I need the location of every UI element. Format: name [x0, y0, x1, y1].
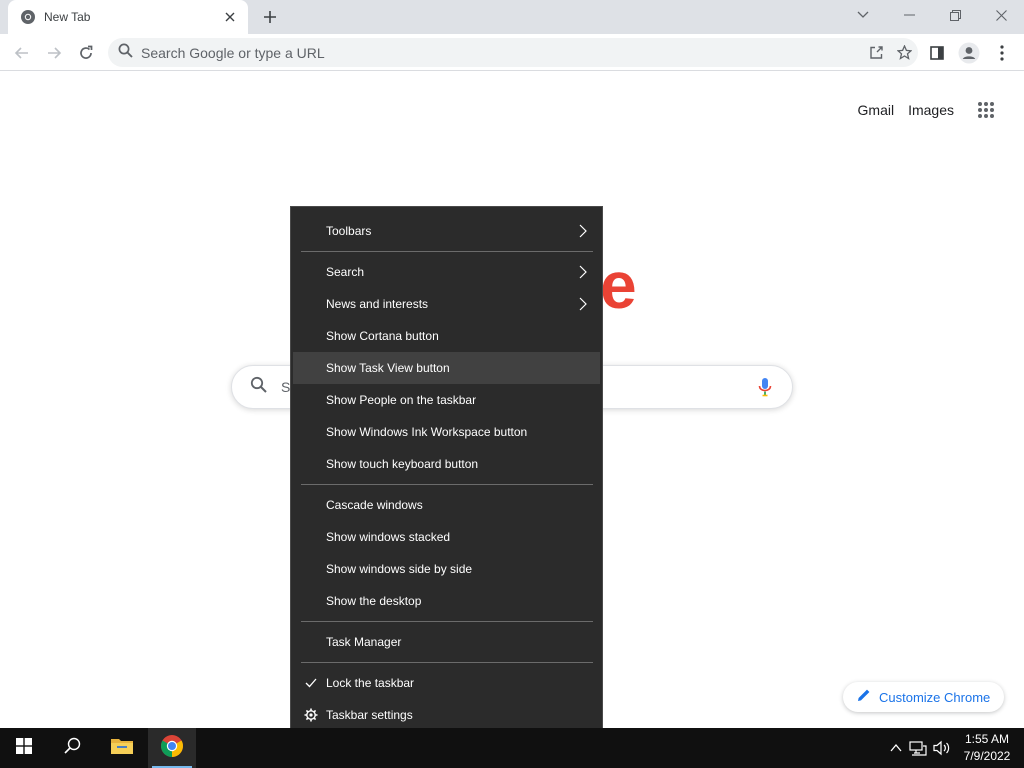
voice-search-mic-icon[interactable] [758, 377, 772, 402]
menu-item-show-people[interactable]: Show People on the taskbar [293, 384, 600, 416]
menu-separator [301, 484, 593, 485]
images-link[interactable]: Images [908, 102, 954, 118]
menu-item-search[interactable]: Search [293, 256, 600, 288]
submenu-arrow-icon [579, 224, 587, 238]
menu-item-show-the-desktop[interactable]: Show the desktop [293, 585, 600, 617]
menu-item-label: Cascade windows [326, 498, 423, 512]
pencil-icon [857, 688, 871, 707]
tab-new-tab[interactable]: New Tab [8, 0, 248, 34]
submenu-arrow-icon [579, 265, 587, 279]
restore-button[interactable] [932, 0, 978, 30]
menu-item-task-manager[interactable]: Task Manager [293, 626, 600, 658]
chrome-app-icon [160, 734, 184, 763]
tab-title: New Tab [44, 10, 91, 24]
menu-item-show-windows-side-by-side[interactable]: Show windows side by side [293, 553, 600, 585]
menu-item-news-and-interests[interactable]: News and interests [293, 288, 600, 320]
menu-item-label: News and interests [326, 297, 429, 311]
windows-logo-icon [16, 737, 32, 759]
search-icon [63, 737, 81, 759]
menu-item-label: Show windows stacked [326, 530, 451, 544]
volume-icon[interactable] [932, 738, 952, 758]
profile-avatar-icon[interactable] [955, 39, 983, 67]
tab-close-icon[interactable] [220, 7, 240, 27]
omnibox[interactable]: Search Google or type a URL [108, 38, 918, 67]
menu-item-show-task-view-button[interactable]: Show Task View button [293, 352, 600, 384]
taskbar-chrome[interactable] [148, 728, 196, 768]
close-window-button[interactable] [978, 0, 1024, 30]
menu-item-label: Search [326, 265, 365, 279]
tab-strip: New Tab [0, 0, 1024, 34]
chrome-menu-kebab-icon[interactable] [988, 39, 1016, 67]
check-icon [303, 675, 319, 691]
menu-item-label: Lock the taskbar [326, 676, 415, 690]
tray-chevron-up-icon[interactable] [886, 738, 906, 758]
menu-item-label: Toolbars [326, 224, 372, 238]
folder-icon [110, 736, 134, 761]
reload-button[interactable] [72, 39, 100, 67]
bookmark-star-icon[interactable] [890, 39, 918, 67]
menu-item-label: Show People on the taskbar [326, 393, 477, 407]
menu-item-label: Show Windows Ink Workspace button [326, 425, 528, 439]
clock-date: 7/9/2022 [963, 749, 1011, 763]
menu-item-label: Show the desktop [326, 594, 422, 608]
start-button[interactable] [0, 728, 48, 768]
gmail-link[interactable]: Gmail [858, 102, 895, 118]
omnibox-placeholder: Search Google or type a URL [141, 44, 325, 61]
windows-taskbar: 1:55 AM 7/9/2022 [0, 728, 1024, 768]
menu-item-show-windows-ink[interactable]: Show Windows Ink Workspace button [293, 416, 600, 448]
browser-toolbar: Search Google or type a URL [0, 34, 1024, 71]
search-icon [118, 43, 133, 63]
google-apps-grid-icon[interactable] [968, 92, 1004, 128]
back-button[interactable] [8, 39, 36, 67]
minimize-button[interactable] [886, 0, 932, 30]
share-icon[interactable] [862, 39, 890, 67]
search-placeholder: S [281, 379, 291, 395]
menu-item-toolbars[interactable]: Toolbars [293, 215, 600, 247]
gear-icon [303, 707, 319, 723]
taskbar-file-explorer[interactable] [98, 728, 146, 768]
top-links: Gmail Images [858, 92, 1004, 128]
search-icon [250, 376, 267, 398]
menu-item-label: Show touch keyboard button [326, 457, 479, 471]
chrome-favicon-icon [20, 9, 36, 25]
customize-chrome-button[interactable]: Customize Chrome [843, 682, 1005, 712]
taskbar-clock[interactable]: 1:55 AM 7/9/2022 [958, 731, 1016, 765]
network-icon[interactable] [908, 738, 928, 758]
submenu-arrow-icon [579, 297, 587, 311]
menu-item-label: Show windows side by side [326, 562, 473, 576]
tab-search-chevron-icon[interactable] [840, 0, 886, 30]
new-tab-button[interactable] [258, 6, 282, 28]
menu-separator [301, 251, 593, 252]
taskbar-search-button[interactable] [48, 728, 96, 768]
menu-item-show-touch-keyboard[interactable]: Show touch keyboard button [293, 448, 600, 480]
menu-separator [301, 662, 593, 663]
side-panel-icon[interactable] [923, 39, 951, 67]
menu-item-show-windows-stacked[interactable]: Show windows stacked [293, 521, 600, 553]
menu-item-taskbar-settings[interactable]: Taskbar settings [293, 699, 600, 731]
menu-item-lock-the-taskbar[interactable]: Lock the taskbar [293, 667, 600, 699]
menu-separator [301, 621, 593, 622]
menu-item-cascade-windows[interactable]: Cascade windows [293, 489, 600, 521]
menu-item-show-cortana-button[interactable]: Show Cortana button [293, 320, 600, 352]
menu-item-label: Task Manager [326, 635, 402, 649]
google-logo-fragment: e [600, 248, 637, 322]
customize-chrome-label: Customize Chrome [879, 689, 991, 705]
taskbar-context-menu: Toolbars Search News and interests Show … [290, 206, 603, 740]
forward-button[interactable] [40, 39, 68, 67]
menu-item-label: Show Task View button [326, 361, 450, 375]
clock-time: 1:55 AM [964, 732, 1010, 746]
menu-item-label: Taskbar settings [326, 708, 413, 722]
menu-item-label: Show Cortana button [326, 329, 439, 343]
